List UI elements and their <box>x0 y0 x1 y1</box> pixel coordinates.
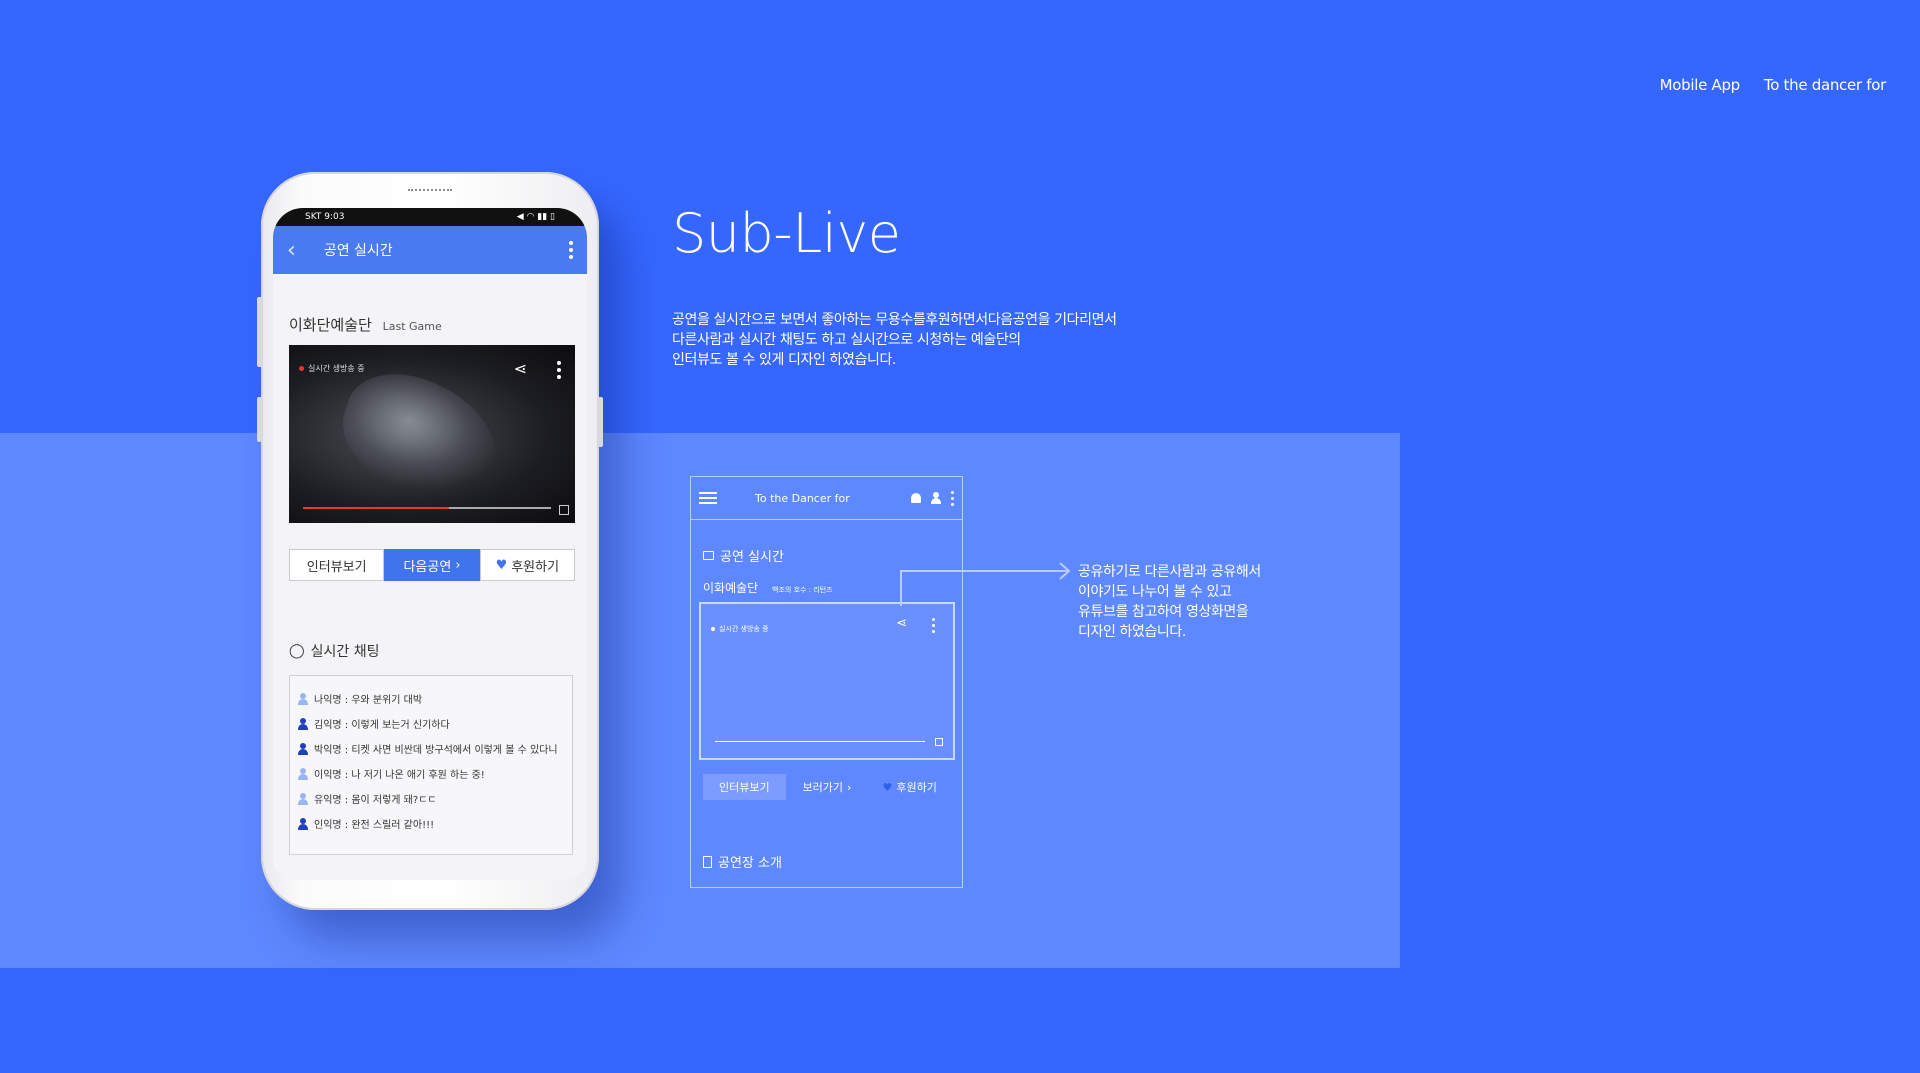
callout-line: 이야기도 나누어 볼 수 있고 <box>1078 584 1232 600</box>
callout-line: 디자인 하였습니다. <box>1078 624 1186 640</box>
share-callout: 공유하기로 다른사람과 공유해서 이야기도 나누어 볼 수 있고 유튜브를 참고… <box>1078 562 1261 642</box>
callout-line: 유튜브를 참고하여 영상화면을 <box>1078 604 1249 620</box>
callout-line: 공유하기로 다른사람과 공유해서 <box>1078 564 1261 580</box>
callout-arrow <box>900 562 1071 606</box>
